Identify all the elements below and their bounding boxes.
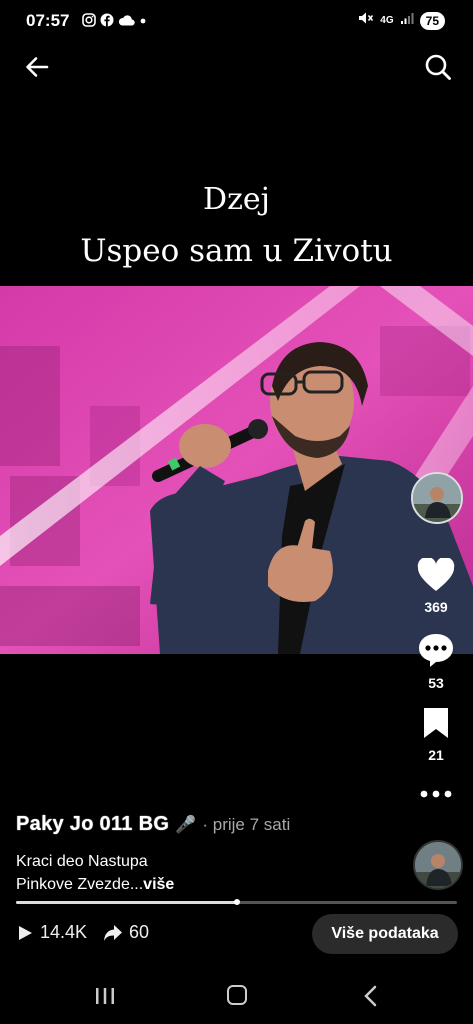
more-icon	[420, 790, 452, 798]
search-button[interactable]	[423, 52, 453, 82]
description-line1: Kraci deo Nastupa	[16, 853, 148, 870]
cloud-icon	[118, 14, 135, 29]
bookmark-icon	[424, 708, 448, 738]
comment-button[interactable]: 53	[411, 632, 461, 691]
arrow-left-icon	[26, 57, 49, 77]
shares-stat: 60	[103, 922, 149, 943]
recent-apps-button[interactable]	[94, 986, 116, 1006]
post-description[interactable]: Kraci deo Nastupa Pinkove Zvezde...više	[16, 850, 174, 896]
facebook-icon	[100, 13, 114, 30]
heart-icon	[417, 556, 455, 591]
instagram-icon	[82, 13, 96, 30]
video-title-line1: Dzej	[203, 182, 270, 217]
video-progress-bar[interactable]	[16, 899, 457, 905]
status-bar: 07:57 4G 75	[0, 0, 473, 40]
microphone-emoji: 🎤	[175, 815, 197, 834]
battery-icon: 75	[419, 11, 445, 30]
dot-icon	[139, 14, 147, 29]
sound-image	[415, 842, 461, 888]
signal-icon	[400, 12, 414, 30]
author-row: Paky Jo 011 BG 🎤 · prije 7 sati	[16, 813, 290, 836]
network-type: 4G	[380, 14, 394, 26]
save-count: 21	[428, 747, 444, 763]
creator-avatar[interactable]	[411, 472, 463, 524]
mute-icon	[358, 11, 374, 30]
video-frame-image	[0, 286, 473, 654]
home-button[interactable]	[227, 985, 247, 1005]
author-name[interactable]: Paky Jo 011 BG	[16, 813, 169, 836]
post-time: · prije 7 sati	[202, 815, 291, 834]
save-button[interactable]: 21	[411, 706, 461, 763]
status-time: 07:57	[26, 11, 70, 30]
recent-apps-icon	[96, 988, 114, 1004]
plays-count: 14.4K	[40, 922, 88, 942]
progress-thumb[interactable]	[233, 899, 240, 905]
like-count: 369	[424, 599, 448, 615]
more-link[interactable]: više	[143, 876, 174, 893]
system-navigation-bar	[0, 968, 473, 1024]
shares-count: 60	[129, 922, 150, 942]
video-player[interactable]	[0, 286, 473, 654]
more-options-button[interactable]	[411, 786, 461, 810]
progress-fill	[16, 901, 237, 904]
comment-count: 53	[428, 675, 444, 691]
chevron-left-icon	[364, 985, 377, 1007]
stats-row: 14.4K 60	[16, 922, 165, 943]
back-button[interactable]	[22, 52, 52, 82]
video-title-line2: Uspeo sam u Zivotu	[80, 233, 393, 269]
play-icon	[19, 925, 32, 940]
comment-icon	[419, 634, 453, 667]
description-line2: Pinkove Zvezde...	[16, 876, 144, 893]
status-left-icons	[82, 13, 147, 30]
like-button[interactable]: 369	[411, 556, 461, 615]
more-details-button[interactable]: Više podataka	[312, 914, 458, 954]
share-icon	[104, 924, 123, 941]
sound-avatar[interactable]	[413, 840, 463, 890]
search-icon	[425, 54, 451, 80]
status-right-icons: 4G 75	[358, 11, 445, 30]
plays-stat: 14.4K	[16, 922, 87, 943]
system-back-button[interactable]	[360, 984, 382, 1008]
